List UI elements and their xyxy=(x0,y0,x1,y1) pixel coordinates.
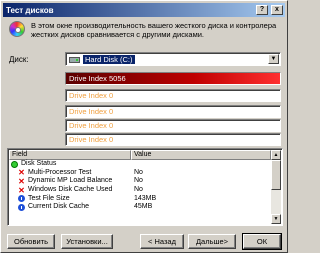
table-row[interactable]: Disk Status xyxy=(9,160,271,169)
disk-label: Диск: xyxy=(9,55,29,64)
ok-button[interactable]: ОК xyxy=(242,233,282,250)
value-cell: 45MB xyxy=(134,203,153,211)
field-cell: Disk Status xyxy=(9,160,131,168)
close-button[interactable]: x xyxy=(271,5,283,15)
refresh-button[interactable]: Обновить xyxy=(7,234,55,249)
drive-index-label: Drive Index 5056 xyxy=(69,74,126,83)
drive-index-bar: Drive Index 0 xyxy=(65,133,281,146)
red-x-icon: ✕ xyxy=(18,176,25,186)
description-text: В этом окне производительность вашего же… xyxy=(31,21,277,39)
grid-header: Field Value xyxy=(9,150,271,160)
table-row[interactable]: ✕ Dynamic MP Load Balance No xyxy=(9,177,271,186)
help-button[interactable]: ? xyxy=(256,5,268,15)
info-icon xyxy=(18,203,25,211)
value-cell: No xyxy=(134,177,143,185)
green-status-icon xyxy=(11,160,18,168)
column-header-value[interactable]: Value xyxy=(131,150,271,160)
title-bar[interactable]: Тест дисков ? x xyxy=(3,3,285,17)
field-cell: ✕ Dynamic MP Load Balance xyxy=(9,177,131,185)
field-label: Test File Size xyxy=(28,194,70,202)
results-grid[interactable]: Field Value Disk Status ✕ Multi-Processor … xyxy=(7,148,283,226)
red-x-icon: ✕ xyxy=(18,185,25,195)
disk-select-value: Hard Disk (C:) xyxy=(83,55,135,64)
disk-logo-icon xyxy=(9,21,25,37)
value-cell: No xyxy=(134,168,143,176)
field-label: Windows Disk Cache Used xyxy=(28,186,113,194)
table-row[interactable]: Current Disk Cache 45MB xyxy=(9,203,271,212)
next-button[interactable]: Дальше> xyxy=(188,234,236,249)
back-button[interactable]: < Назад xyxy=(140,234,184,249)
table-row[interactable]: ✕ Windows Disk Cache Used No xyxy=(9,186,271,195)
field-cell: ✕ Multi-Processor Test xyxy=(9,169,131,177)
drive-index-bar: Drive Index 0 xyxy=(65,105,281,118)
scroll-down-icon[interactable]: ▼ xyxy=(271,214,281,224)
field-label: Disk Status xyxy=(21,160,57,168)
settings-button[interactable]: Установки... xyxy=(61,234,113,249)
dropdown-arrow-icon[interactable]: ▼ xyxy=(268,54,279,64)
value-cell: No xyxy=(134,186,143,194)
drive-index-label: Drive Index 0 xyxy=(69,135,114,144)
field-cell: Test File Size xyxy=(9,195,131,203)
hard-drive-icon xyxy=(69,56,80,63)
field-label: Multi-Processor Test xyxy=(28,168,92,176)
field-cell: ✕ Windows Disk Cache Used xyxy=(9,186,131,194)
drive-index-bar: Drive Index 5056 xyxy=(65,72,281,85)
disk-select[interactable]: Hard Disk (C:) ▼ xyxy=(65,52,281,66)
window-title: Тест дисков xyxy=(6,5,54,15)
scroll-thumb[interactable] xyxy=(271,160,281,190)
scroll-up-icon[interactable]: ▲ xyxy=(271,150,281,160)
field-label: Dynamic MP Load Balance xyxy=(28,177,113,185)
drive-index-label: Drive Index 0 xyxy=(69,91,114,100)
field-cell: Current Disk Cache xyxy=(9,203,131,211)
disk-test-window: Тест дисков ? x В этом окне производител… xyxy=(0,0,288,253)
value-cell: 143MB xyxy=(134,194,157,202)
table-row[interactable]: Test File Size 143MB xyxy=(9,194,271,203)
field-label: Current Disk Cache xyxy=(28,203,90,211)
drive-index-bar: Drive Index 0 xyxy=(65,119,281,132)
drive-index-bar: Drive Index 0 xyxy=(65,89,281,102)
table-row[interactable]: ✕ Multi-Processor Test No xyxy=(9,169,271,178)
column-header-field[interactable]: Field xyxy=(9,150,131,160)
grid-rows: Disk Status ✕ Multi-Processor Test No ✕ Dynam… xyxy=(9,160,271,212)
drive-index-label: Drive Index 0 xyxy=(69,107,114,116)
info-icon xyxy=(18,195,25,203)
vertical-scrollbar[interactable]: ▲ ▼ xyxy=(271,150,281,224)
drive-index-label: Drive Index 0 xyxy=(69,121,114,130)
red-x-icon: ✕ xyxy=(18,168,25,178)
